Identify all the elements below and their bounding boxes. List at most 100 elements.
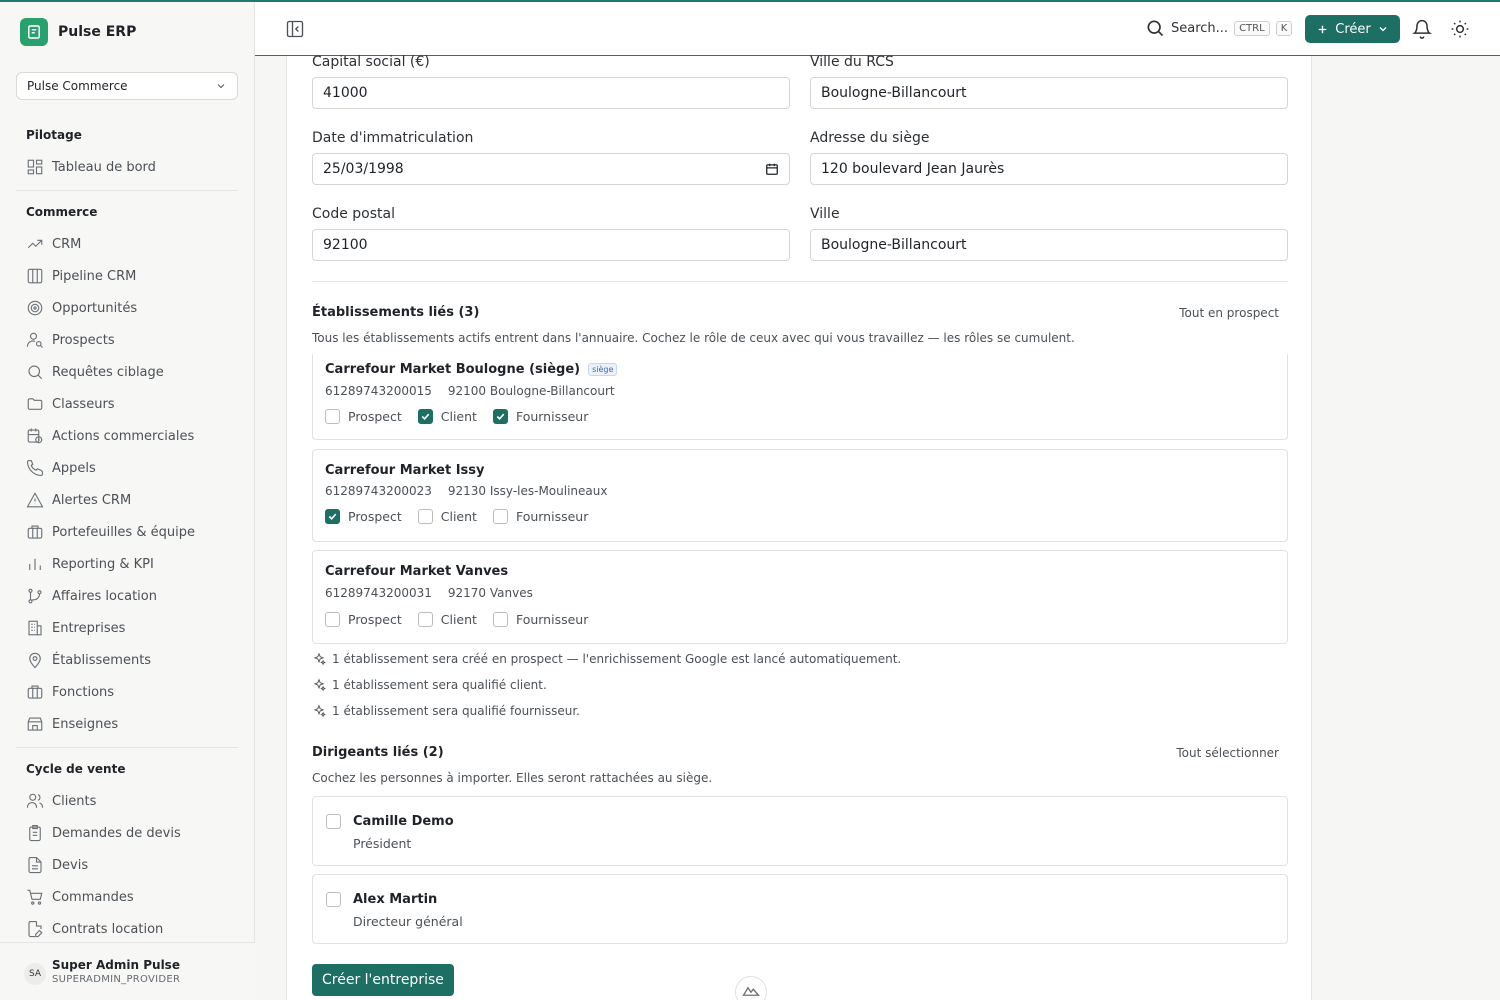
sidebar-item-appels[interactable]: Appels [16, 454, 238, 482]
create-button-label: Créer [1335, 21, 1371, 37]
code-postal-input[interactable]: 92100 [312, 229, 790, 261]
capital-social-label: Capital social (€) [312, 54, 430, 70]
sidebar: Pulse ERP Pulse Commerce Pilotage Tablea… [0, 2, 255, 1000]
sidebar-item-reporting-kpi[interactable]: Reporting & KPI [16, 550, 238, 578]
sidebar-item-enseignes[interactable]: Enseignes [16, 710, 238, 738]
sidebar-item-crm[interactable]: CRM [16, 230, 238, 258]
sidebar-toggle-icon[interactable] [285, 19, 305, 39]
sidebar-item-requetes-ciblage[interactable]: Requêtes ciblage [16, 358, 238, 386]
input-value: 41000 [323, 85, 368, 101]
calendar-icon[interactable] [765, 162, 779, 176]
create-button[interactable]: Créer [1305, 15, 1400, 43]
user-name: Super Admin Pulse [52, 958, 180, 972]
floating-helper-button[interactable] [735, 976, 767, 1000]
sparkles-icon [313, 678, 326, 692]
file-edit-icon [28, 920, 43, 938]
sidebar-item-label: Demandes de devis [52, 825, 181, 841]
sidebar-item-pipeline-crm[interactable]: Pipeline CRM [16, 262, 238, 290]
role-prospect[interactable]: Prospect [325, 409, 402, 424]
leader-card[interactable]: Alex Martin Directeur général [312, 874, 1288, 944]
dashboard-icon [27, 159, 43, 175]
sparkles-icon [313, 704, 326, 718]
sidebar-item-label: Clients [52, 793, 97, 809]
theme-toggle-icon[interactable] [1450, 19, 1470, 39]
role-client[interactable]: Client [417, 409, 477, 424]
ville-input[interactable]: Boulogne-Billancourt [810, 229, 1288, 261]
sidebar-item-classeurs[interactable]: Classeurs [16, 390, 238, 418]
sidebar-item-label: Commandes [52, 889, 134, 905]
sidebar-item-contrats-location[interactable]: Contrats location [16, 915, 238, 943]
search-button[interactable]: Search... CTRL K [1145, 18, 1293, 38]
checkbox[interactable] [326, 814, 341, 829]
sidebar-item-clients[interactable]: Clients [16, 787, 238, 815]
siret: 61289743200015 [325, 384, 432, 398]
ville-rcs-input[interactable]: Boulogne-Billancourt [810, 77, 1288, 109]
select-all-button[interactable]: Tout sélectionner [1176, 746, 1279, 760]
shortcut-key-k: K [1275, 20, 1293, 36]
mountain-icon [742, 986, 760, 996]
sidebar-item-label: Classeurs [52, 396, 115, 412]
create-company-button[interactable]: Créer l'entreprise [312, 964, 454, 996]
checkbox-checked[interactable] [492, 409, 508, 424]
sidebar-item-commandes[interactable]: Commandes [16, 883, 238, 911]
role-label: Client [440, 409, 477, 424]
adresse-siege-input[interactable]: 120 boulevard Jean Jaurès [810, 153, 1288, 185]
role-client[interactable]: Client [417, 612, 477, 627]
role-fournisseur[interactable]: Fournisseur [492, 612, 588, 627]
all-prospect-button[interactable]: Tout en prospect [1179, 306, 1279, 320]
user-menu[interactable]: SA Super Admin Pulse SUPERADMIN_PROVIDER [0, 942, 255, 1000]
sidebar-item-opportunites[interactable]: Opportunités [16, 294, 238, 322]
sidebar-item-portefeuilles-equipe[interactable]: Portefeuilles & équipe [16, 518, 238, 546]
organization-select[interactable]: Pulse Commerce [16, 72, 238, 100]
checkbox[interactable] [492, 612, 508, 627]
plus-icon [1318, 25, 1327, 33]
sidebar-item-devis[interactable]: Devis [16, 851, 238, 879]
role-checkboxes: Prospect Client Fournisseur [325, 509, 588, 524]
date-immatriculation-input[interactable]: 25/03/1998 [312, 153, 790, 185]
role-prospect[interactable]: Prospect [325, 612, 402, 627]
role-label: Fournisseur [515, 409, 589, 424]
avatar: SA [24, 963, 46, 985]
users-icon [26, 793, 44, 808]
sidebar-item-actions-commerciales[interactable]: Actions commerciales [16, 422, 238, 450]
sidebar-item-label: Reporting & KPI [52, 556, 154, 572]
establishment-meta: 61289743200031 92170 Vanves [325, 586, 533, 600]
code-postal-label: Code postal [312, 206, 395, 222]
check-icon [496, 413, 505, 420]
establishment-name-text: Carrefour Market Vanves [325, 564, 509, 579]
checkbox[interactable] [492, 509, 508, 524]
sidebar-item-demandes-de-devis[interactable]: Demandes de devis [16, 819, 238, 847]
role-client[interactable]: Client [417, 509, 477, 524]
check-icon [328, 513, 337, 520]
role-fournisseur[interactable]: Fournisseur [492, 409, 589, 424]
capital-social-input[interactable]: 41000 [312, 77, 790, 109]
role-fournisseur[interactable]: Fournisseur [492, 509, 588, 524]
sidebar-item-label: Affaires location [52, 588, 157, 604]
sidebar-item-entreprises[interactable]: Entreprises [16, 614, 238, 642]
sidebar-item-affaires-location[interactable]: Affaires location [16, 582, 238, 610]
checkbox-checked[interactable] [325, 509, 340, 524]
checkbox[interactable] [326, 892, 341, 907]
leader-card[interactable]: Camille Demo Président [312, 796, 1288, 866]
checkbox[interactable] [325, 612, 340, 627]
alert-icon [26, 492, 44, 508]
role-prospect[interactable]: Prospect [325, 509, 402, 524]
input-value: 25/03/1998 [323, 161, 404, 177]
sidebar-item-etablissements[interactable]: Établissements [16, 646, 238, 674]
checkbox[interactable] [417, 612, 433, 627]
checkbox[interactable] [417, 509, 433, 524]
address: 92170 Vanves [447, 586, 533, 600]
trend-icon [27, 239, 43, 249]
sidebar-item-alertes-crm[interactable]: Alertes CRM [16, 486, 238, 514]
note-text: 1 établissement sera qualifié client. [332, 678, 547, 692]
brand[interactable]: Pulse ERP [20, 18, 136, 46]
sidebar-item-label: Pipeline CRM [52, 268, 137, 284]
checkbox[interactable] [325, 409, 340, 424]
sidebar-item-tableau-de-bord[interactable]: Tableau de bord [16, 153, 238, 181]
user-role: SUPERADMIN_PROVIDER [52, 974, 181, 985]
sidebar-item-fonctions[interactable]: Fonctions [16, 678, 238, 706]
bell-icon[interactable] [1412, 19, 1432, 39]
checkbox-checked[interactable] [417, 409, 433, 424]
ville-label: Ville [810, 206, 840, 222]
sidebar-item-prospects[interactable]: Prospects [16, 326, 238, 354]
